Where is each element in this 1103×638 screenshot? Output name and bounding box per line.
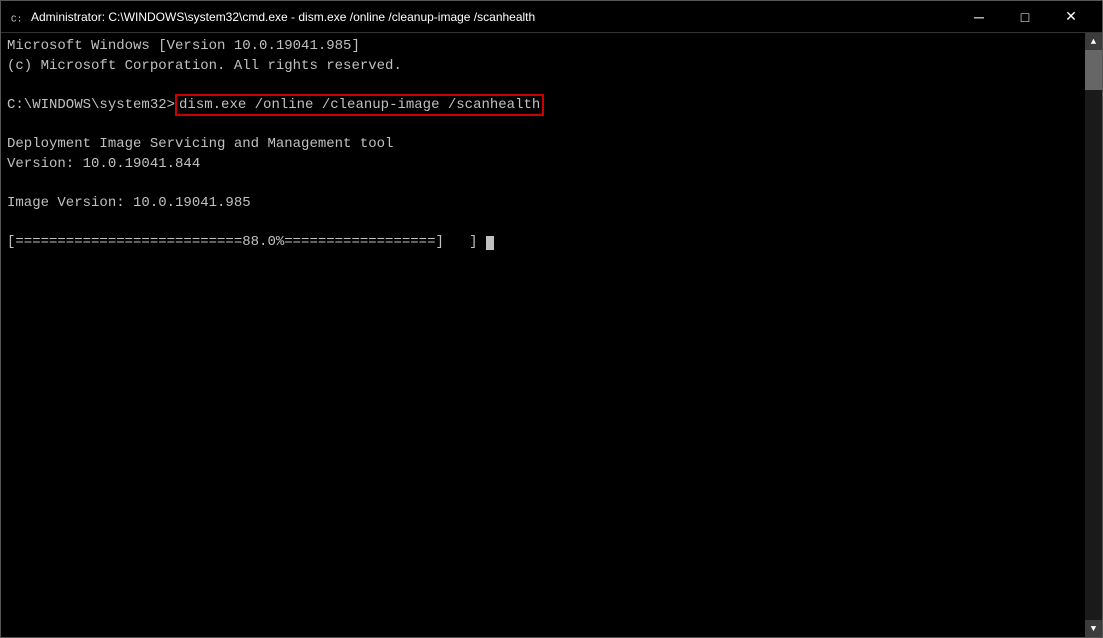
titlebar-controls: ─ □ ✕ [956,1,1094,33]
line-2: (c) Microsoft Corporation. All rights re… [7,57,1079,77]
titlebar: C: Administrator: C:\WINDOWS\system32\cm… [1,1,1102,33]
close-button[interactable]: ✕ [1048,1,1094,33]
cursor [486,236,494,250]
progress-text: [===========================88.0%=======… [7,234,444,250]
line-1: Microsoft Windows [Version 10.0.19041.98… [7,37,1079,57]
output-2: Version: 10.0.19041.844 [7,155,1079,175]
cmd-window: C: Administrator: C:\WINDOWS\system32\cm… [0,0,1103,638]
scrollbar-track[interactable] [1085,50,1102,620]
line-3 [7,76,1079,96]
output-1: Deployment Image Servicing and Managemen… [7,135,1079,155]
progress-line: [===========================88.0%=======… [7,233,1079,253]
scrollbar-thumb[interactable] [1085,50,1102,90]
scrollbar-up-button[interactable]: ▲ [1085,33,1102,50]
prompt-text: C:\WINDOWS\system32> [7,97,175,113]
blank-3 [7,213,1079,233]
window-title: Administrator: C:\WINDOWS\system32\cmd.e… [31,10,535,24]
scrollbar-down-button[interactable]: ▼ [1085,620,1102,637]
blank-1 [7,115,1079,135]
line-prompt: C:\WINDOWS\system32>dism.exe /online /cl… [7,96,1079,116]
terminal-content[interactable]: Microsoft Windows [Version 10.0.19041.98… [1,33,1085,637]
svg-text:C:: C: [11,13,23,24]
maximize-button[interactable]: □ [1002,1,1048,33]
titlebar-left: C: Administrator: C:\WINDOWS\system32\cm… [9,9,535,25]
blank-2 [7,174,1079,194]
command-text: dism.exe /online /cleanup-image /scanhea… [175,94,544,116]
cmd-icon: C: [9,9,25,25]
output-3: Image Version: 10.0.19041.985 [7,194,1079,214]
minimize-button[interactable]: ─ [956,1,1002,33]
content-area: Microsoft Windows [Version 10.0.19041.98… [1,33,1102,637]
scrollbar: ▲ ▼ [1085,33,1102,637]
progress-suffix: ] [444,234,486,250]
